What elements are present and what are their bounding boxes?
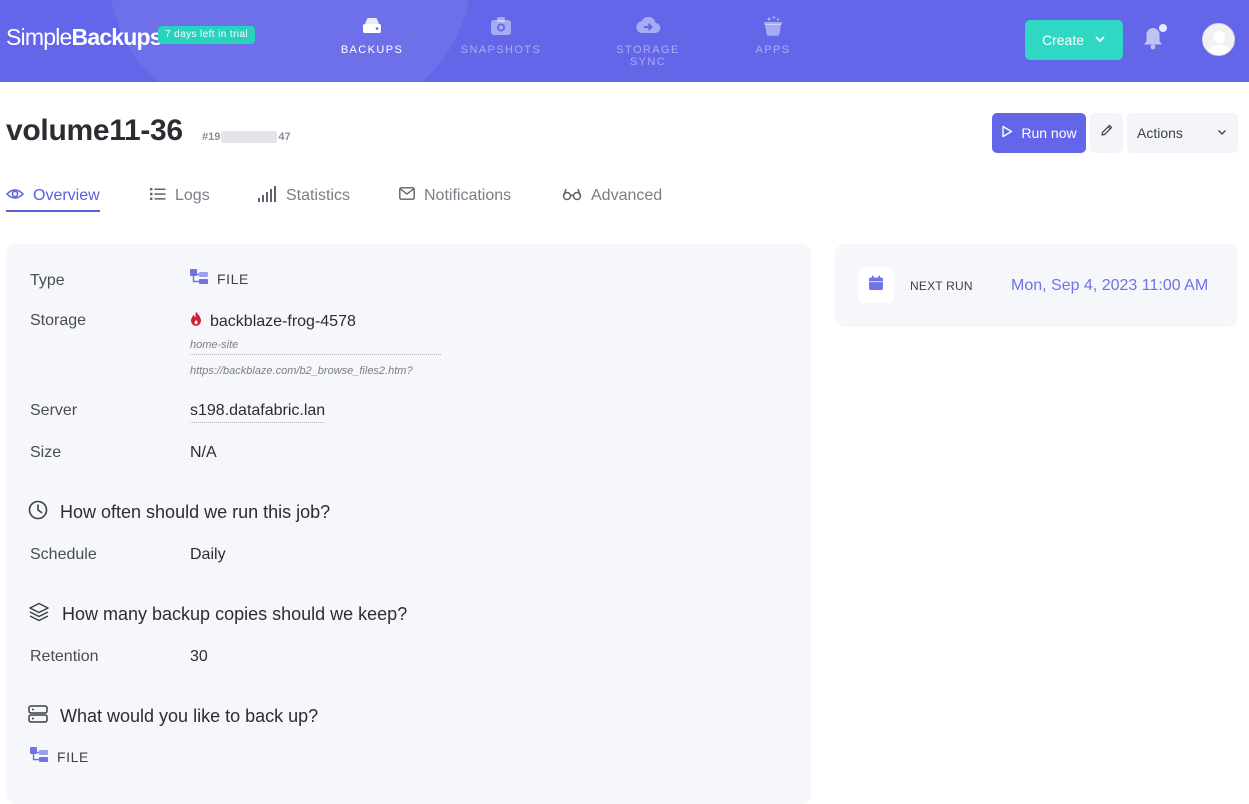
next-run-value: Mon, Sep 4, 2023 11:00 AM: [1011, 277, 1209, 294]
tab-notifications[interactable]: Notifications: [399, 184, 511, 208]
file-tree-icon: [30, 747, 48, 766]
backup-heading-text: What would you like to back up?: [60, 706, 319, 726]
type-value: FILE: [190, 269, 249, 288]
chevron-down-icon: [1216, 125, 1228, 141]
type-value-text: FILE: [217, 270, 249, 287]
nav-snapshots-label: SNAPSHOTS: [460, 44, 542, 56]
tab-statistics-label: Statistics: [286, 187, 351, 204]
storage-bucket: home-site: [190, 339, 441, 355]
nav-backups-label: BACKUPS: [340, 44, 404, 56]
file-tree-icon: [190, 269, 208, 288]
job-id-redacted: [221, 131, 278, 144]
storage-name: backblaze-frog-4578: [210, 312, 356, 330]
retention-label: Retention: [30, 648, 99, 665]
run-now-button[interactable]: Run now: [992, 113, 1086, 153]
top-navbar: SimpleBackups 7 days left in trial BACKU…: [0, 0, 1249, 82]
calendar-icon: [868, 275, 884, 296]
notifications-bell-button[interactable]: [1140, 24, 1168, 54]
backblaze-flame-icon: [190, 311, 202, 332]
actions-dropdown[interactable]: Actions: [1127, 113, 1238, 153]
user-avatar[interactable]: [1202, 23, 1235, 56]
overview-card: Type FILE Storage backblaze-frog-4578 ho…: [6, 244, 811, 804]
run-now-label: Run now: [1021, 125, 1077, 141]
cloud-sync-icon: [597, 14, 699, 38]
play-icon: [1001, 125, 1013, 141]
bell-icon: [1140, 28, 1166, 58]
size-label: Size: [30, 444, 62, 461]
tab-overview-label: Overview: [33, 187, 100, 204]
brand-name-bold: Backups: [71, 24, 163, 50]
envelope-icon: [399, 187, 415, 205]
storage-label: Storage: [30, 312, 87, 329]
list-icon: [150, 187, 166, 206]
schedule-value: Daily: [190, 546, 226, 563]
apps-pot-icon: [755, 14, 791, 38]
calendar-icon-box: [858, 267, 894, 303]
job-id-prefix: #19: [202, 131, 221, 143]
nav-snapshots[interactable]: SNAPSHOTS: [460, 14, 542, 56]
pencil-icon: [1099, 123, 1114, 143]
backup-type-text: FILE: [57, 748, 89, 765]
schedule-section-heading: How often should we run this job?: [28, 500, 330, 525]
create-button[interactable]: Create: [1025, 20, 1123, 60]
notification-dot: [1159, 24, 1167, 32]
tab-logs[interactable]: Logs: [150, 184, 210, 208]
nav-storage-sync-label: STORAGE SYNC: [616, 44, 680, 68]
brand-name-light: Simple: [6, 24, 72, 50]
tab-advanced[interactable]: Advanced: [562, 184, 662, 208]
type-label: Type: [30, 272, 65, 289]
nav-apps[interactable]: APPS: [755, 14, 791, 56]
nav-backups[interactable]: BACKUPS: [340, 14, 404, 56]
user-avatar-icon: [1207, 31, 1232, 55]
hard-drive-icon: [340, 14, 404, 38]
camera-icon: [460, 14, 542, 38]
glasses-icon: [562, 187, 582, 206]
job-id-suffix: 47: [278, 131, 291, 143]
next-run-label: NEXT RUN: [910, 279, 973, 293]
eye-icon: [5, 187, 25, 206]
tab-advanced-label: Advanced: [591, 187, 663, 204]
schedule-heading-text: How often should we run this job?: [60, 502, 331, 522]
tab-statistics[interactable]: Statistics: [257, 184, 350, 208]
trial-badge[interactable]: 7 days left in trial: [158, 26, 256, 44]
retention-section-heading: How many backup copies should we keep?: [28, 602, 407, 627]
actions-label: Actions: [1137, 125, 1183, 141]
tab-overview[interactable]: Overview: [5, 184, 100, 212]
signal-bars-icon: [257, 185, 277, 207]
server-label: Server: [30, 402, 78, 419]
size-value: N/A: [190, 444, 217, 461]
retention-value: 30: [190, 648, 208, 665]
server-value[interactable]: s198.datafabric.lan: [190, 402, 326, 423]
storage-value[interactable]: backblaze-frog-4578: [190, 311, 356, 332]
create-button-label: Create: [1041, 32, 1085, 48]
chevron-down-icon: [1094, 32, 1106, 48]
layers-icon: [28, 602, 50, 627]
tab-logs-label: Logs: [175, 187, 210, 204]
job-id: #19 47: [202, 131, 291, 144]
storage-url[interactable]: https://backblaze.com/b2_browse_files2.h…: [190, 365, 441, 380]
schedule-label: Schedule: [30, 546, 97, 563]
nav-storage-sync[interactable]: STORAGE SYNC: [597, 14, 699, 68]
backup-type-value: FILE: [30, 747, 89, 766]
clock-icon: [28, 500, 48, 525]
backup-section-heading: What would you like to back up?: [28, 704, 318, 729]
server-stack-icon: [28, 704, 48, 729]
nav-apps-label: APPS: [755, 44, 791, 56]
page-title: volume11-36: [6, 114, 183, 147]
retention-heading-text: How many backup copies should we keep?: [62, 604, 408, 624]
next-run-card: NEXT RUN Mon, Sep 4, 2023 11:00 AM: [835, 244, 1238, 327]
tab-notifications-label: Notifications: [424, 187, 512, 204]
brand-logo[interactable]: SimpleBackups: [6, 24, 163, 51]
edit-button[interactable]: [1090, 113, 1123, 153]
